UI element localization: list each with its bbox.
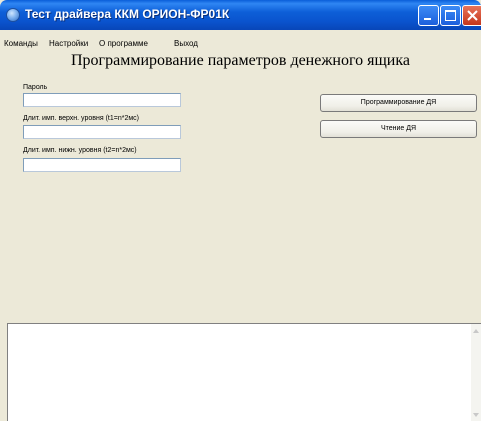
password-label: Пароль	[23, 84, 48, 91]
high-pulse-label: Длит. имп. верхн. уровня (t1=n*2мс)	[23, 115, 139, 122]
menu-bar: Команды Настройки О программе Выход	[0, 38, 481, 52]
title-bar[interactable]: Тест драйвера ККМ ОРИОН-ФР01К	[0, 0, 481, 30]
maximize-button[interactable]	[440, 5, 461, 26]
scroll-down-icon[interactable]	[472, 410, 480, 420]
maximize-icon	[445, 10, 456, 21]
vertical-scrollbar[interactable]	[471, 324, 481, 421]
low-pulse-field[interactable]	[23, 158, 181, 172]
page-title: Программирование параметров денежного ящ…	[71, 52, 410, 69]
low-pulse-label: Длит. имп. нижн. уровня (t2=n*2мс)	[23, 147, 137, 154]
minimize-icon	[424, 18, 431, 20]
output-textarea[interactable]	[7, 323, 481, 421]
app-window: Тест драйвера ККМ ОРИОН-ФР01К Команды На…	[0, 0, 481, 421]
program-drawer-button[interactable]: Программирование ДЯ	[320, 94, 477, 112]
menu-item-about[interactable]: О программе	[99, 39, 148, 48]
minimize-button[interactable]	[418, 5, 439, 26]
high-pulse-field[interactable]	[23, 125, 181, 139]
window-title: Тест драйвера ККМ ОРИОН-ФР01К	[25, 7, 230, 21]
menu-item-commands[interactable]: Команды	[4, 39, 38, 48]
read-drawer-button[interactable]: Чтение ДЯ	[320, 120, 477, 138]
scroll-up-icon[interactable]	[472, 326, 480, 336]
close-icon	[467, 10, 478, 21]
close-button[interactable]	[462, 5, 481, 26]
menu-item-exit[interactable]: Выход	[174, 39, 198, 48]
app-icon	[6, 8, 20, 22]
password-field[interactable]	[23, 93, 181, 107]
menu-item-settings[interactable]: Настройки	[49, 39, 88, 48]
